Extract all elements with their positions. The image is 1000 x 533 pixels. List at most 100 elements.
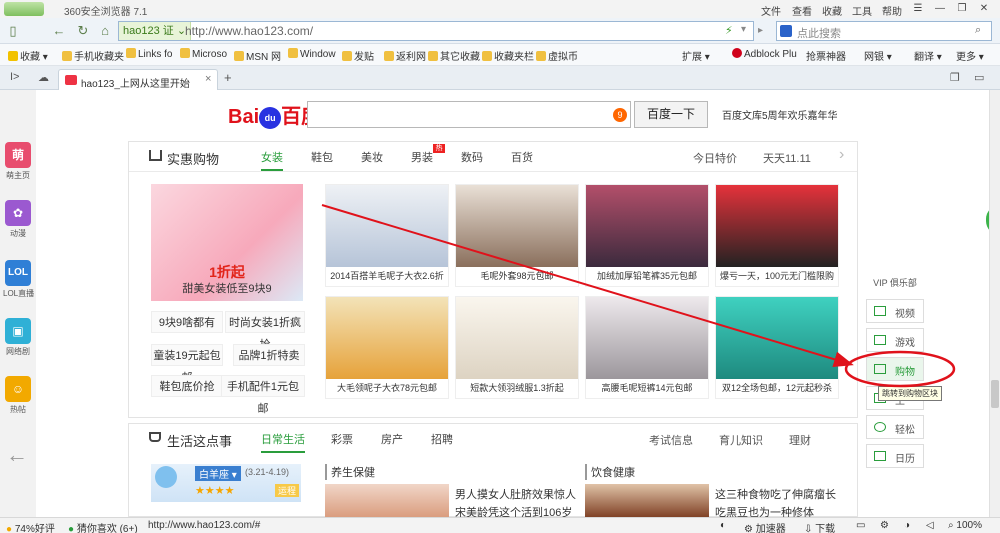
site-cert-badge[interactable]: hao123 证 ⌄ [119, 22, 192, 40]
tab-beauty[interactable]: 美妆 [361, 149, 383, 165]
more-menu[interactable]: 更多 ▾ [956, 48, 984, 63]
extensions-menu[interactable]: 扩展 ▾ [682, 48, 710, 63]
rating-status[interactable]: ● 74%好评 [6, 520, 55, 533]
quick-link[interactable]: 童装19元起包邮 [151, 344, 223, 384]
tab-women[interactable]: 女装 [261, 149, 283, 171]
vip-item-relax[interactable]: 轻松 [866, 415, 924, 439]
download-button[interactable]: ⇩ 下载 [804, 520, 835, 533]
tab-men[interactable]: 男装 [411, 149, 433, 165]
sidebar-expand-icon[interactable]: I> [10, 71, 19, 83]
guess-you-like[interactable]: ● 猜你喜欢 (6+) [68, 520, 138, 533]
product-card[interactable]: 短款大领羽绒服1.3折起 [455, 296, 579, 399]
product-card[interactable]: 毛呢外套98元包邮 [455, 184, 579, 287]
vip-header[interactable]: VIP 俱乐部 [866, 276, 924, 289]
sidebar-toggle-icon[interactable]: ▯ [4, 22, 22, 40]
daily-deals-link[interactable]: 今日特价 [693, 150, 737, 166]
promo-banner[interactable]: 1折起 甜美女装低至9块9 [151, 184, 303, 301]
menu-tools[interactable]: 工具 [852, 3, 872, 18]
tab-general[interactable]: 百货 [511, 149, 533, 165]
tab-digital[interactable]: 数码 [461, 149, 483, 165]
tab-jobs[interactable]: 招聘 [431, 431, 453, 447]
cloud-icon[interactable]: ☁ [38, 71, 49, 84]
ticket-button[interactable]: 抢票神器 [806, 48, 846, 63]
menu-help[interactable]: 帮助 [882, 3, 902, 18]
volume-icon[interactable]: ◁ [926, 520, 934, 531]
search-icon[interactable]: ⌕ [975, 24, 981, 37]
bookmark-item[interactable]: Links fo [126, 48, 172, 60]
new-tab-button[interactable]: + [224, 70, 232, 85]
arrow-right-icon[interactable]: ▸ [758, 25, 763, 36]
bookmark-item[interactable]: 发贴 [342, 48, 374, 63]
news-link[interactable]: 男人摸女人肚脐效果惊人 [455, 486, 576, 502]
bookmark-item[interactable]: 其它收藏 [428, 48, 480, 63]
product-card[interactable]: 高腰毛呢短裤14元包邮 [585, 296, 709, 399]
collapse-arrow-icon[interactable]: ← [6, 442, 28, 468]
menu-favorites[interactable]: 收藏 [822, 3, 842, 18]
bookmark-item[interactable]: 手机收藏夹 [62, 48, 124, 63]
menu-icon[interactable]: ☰ [908, 2, 928, 15]
sidebar-item-hotposts[interactable]: ☺ 热帖 [3, 376, 33, 415]
translate-menu[interactable]: 翻译 ▾ [914, 48, 942, 63]
product-card[interactable]: 加绒加厚铅笔裤35元包邮 [585, 184, 709, 287]
quick-link[interactable]: 鞋包底价抢 [151, 375, 223, 397]
maximize-button[interactable]: ❐ [952, 2, 972, 15]
horoscope-widget[interactable]: 白羊座 ▾ (3.21-4.19) ★★★★ 运程 [151, 464, 301, 502]
back-icon[interactable]: ← [50, 22, 68, 40]
tab-daily-life[interactable]: 日常生活 [261, 431, 305, 453]
fortune-badge[interactable]: 运程 [275, 484, 300, 497]
dropdown-icon[interactable]: ▾ [741, 24, 746, 35]
adblock-button[interactable]: Adblock Plu [732, 48, 797, 60]
scrollbar-thumb[interactable] [991, 380, 999, 408]
zodiac-select[interactable]: 白羊座 ▾ [195, 466, 241, 481]
search-field[interactable]: 点此搜索 ⌕ [776, 21, 992, 41]
quick-link[interactable]: 时尚女装1折疯抢 [225, 311, 305, 351]
tab-list-icon[interactable]: ▭ [974, 71, 984, 84]
accelerator-button[interactable]: ⚙ 加速器 [744, 520, 786, 533]
tab-bags[interactable]: 鞋包 [311, 149, 333, 165]
diet-thumbnail[interactable] [585, 484, 709, 518]
vip-item-shopping[interactable]: 购物 [866, 357, 924, 381]
lock-icon[interactable]: ◑ [904, 520, 910, 531]
sidebar-item-anime[interactable]: ✿ 动漫 [3, 200, 33, 239]
url-text[interactable]: http://www.hao123.com/ [185, 24, 313, 38]
bookmark-item[interactable]: Window [288, 48, 336, 60]
tab-close-icon[interactable]: × [205, 73, 211, 85]
tab-hao123[interactable]: hao123_上网从这里开始 × [58, 69, 218, 90]
sidebar-item-webdrama[interactable]: ▣ 网络剧 [3, 318, 33, 357]
baidu-search-button[interactable]: 百度一下 [634, 101, 708, 128]
baidu-search-input[interactable]: 9 [307, 101, 631, 128]
zoom-control[interactable]: ⌕ 100% [948, 520, 982, 531]
vip-item-games[interactable]: 游戏 [866, 328, 924, 352]
bookmark-item[interactable]: 收藏夹栏 [482, 48, 534, 63]
vip-item-calendar[interactable]: 日历 [866, 444, 924, 468]
product-card[interactable]: 爆亏一天，100元无门槛限购 [715, 184, 839, 287]
ebank-menu[interactable]: 网银 ▾ [864, 48, 892, 63]
menu-file[interactable]: 文件 [761, 3, 781, 18]
settings-icon[interactable]: ⚙ [880, 520, 889, 531]
next-arrow-icon[interactable]: › [839, 146, 844, 164]
double11-link[interactable]: 天天11.11 [763, 150, 811, 166]
vertical-scrollbar[interactable] [989, 90, 1000, 517]
product-card[interactable]: 大毛领呢子大衣78元包邮 [325, 296, 449, 399]
parenting-link[interactable]: 育儿知识 [719, 432, 763, 448]
bookmark-favorites[interactable]: 收藏 ▾ [8, 48, 48, 63]
tab-realestate[interactable]: 房产 [381, 431, 403, 447]
tab-lottery[interactable]: 彩票 [331, 431, 353, 447]
product-card[interactable]: 2014百搭羊毛呢子大衣2.6折 [325, 184, 449, 287]
minimize-button[interactable]: — [930, 2, 950, 15]
search-engine-icon[interactable] [780, 25, 792, 37]
lightning-icon[interactable]: ⚡ [725, 24, 733, 37]
bookmark-item[interactable]: MSN 网 [234, 48, 281, 63]
screenshot-icon[interactable]: ▭ [856, 520, 865, 531]
sidebar-item-meng[interactable]: 萌 萌主页 [3, 142, 33, 181]
finance-link[interactable]: 理财 [789, 432, 811, 448]
quick-link[interactable]: 9块9啥都有 [151, 311, 223, 333]
news-link[interactable]: 这三种食物吃了伸腐瘤长 [715, 486, 836, 502]
quick-link[interactable]: 手机配件1元包邮 [221, 375, 305, 415]
url-field[interactable]: hao123 证 ⌄ http://www.hao123.com/ ⚡ ▾ [118, 21, 754, 41]
vip-item-video[interactable]: 视频 [866, 299, 924, 323]
sidebar-item-lol[interactable]: LOL LOL直播 [3, 260, 34, 299]
menu-view[interactable]: 查看 [792, 3, 812, 18]
health-thumbnail[interactable] [325, 484, 449, 518]
bookmark-item[interactable]: 虚拟币 [536, 48, 578, 63]
